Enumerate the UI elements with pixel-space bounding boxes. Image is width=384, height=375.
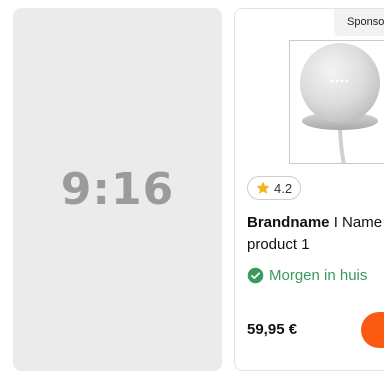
rating-chip: 4.2 (247, 176, 302, 200)
product-carousel: 9:16 Sponsored (0, 0, 384, 375)
product-price: 59,95 € (247, 321, 298, 338)
product-name: I Name (329, 214, 383, 231)
delivery-info: Morgen in huis (247, 267, 367, 284)
star-icon (255, 180, 271, 196)
product-card[interactable]: Sponsored (234, 8, 384, 371)
product-brand: Brandname (247, 214, 330, 231)
smart-speaker-illustration (300, 43, 380, 163)
delivery-text: Morgen in huis (269, 267, 368, 284)
product-title[interactable]: Brandname I Name product 1 (247, 212, 384, 256)
rating-value: 4.2 (274, 180, 293, 196)
check-circle-icon (247, 267, 264, 284)
sponsored-badge: Sponsored (334, 9, 384, 36)
product-name-line2: product 1 (247, 236, 310, 253)
video-placeholder-card[interactable]: 9:16 (13, 8, 222, 371)
add-to-cart-button[interactable] (361, 312, 384, 348)
product-image[interactable] (289, 40, 384, 164)
aspect-ratio-label: 9:16 (60, 164, 175, 215)
